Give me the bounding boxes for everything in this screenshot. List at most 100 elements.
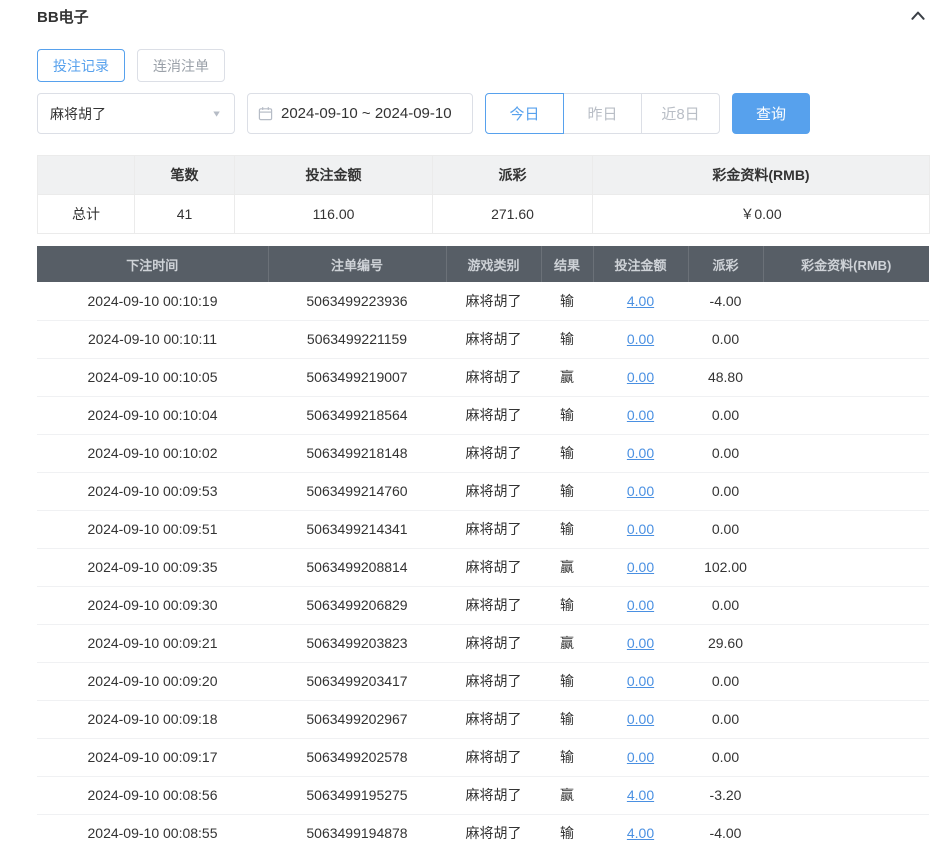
cell-order: 5063499203823 bbox=[268, 624, 446, 662]
cell-bet: 0.00 bbox=[593, 510, 688, 548]
cell-result: 赢 bbox=[541, 548, 593, 586]
cell-bonus bbox=[763, 586, 929, 624]
cell-bonus bbox=[763, 548, 929, 586]
summary-header-payout: 派彩 bbox=[433, 156, 593, 195]
game-select-value: 麻将胡了 bbox=[50, 104, 106, 124]
cell-bet: 0.00 bbox=[593, 472, 688, 510]
bet-amount-link[interactable]: 4.00 bbox=[627, 787, 654, 803]
cell-time: 2024-09-10 00:10:04 bbox=[37, 396, 268, 434]
date-range-value: 2024-09-10 ~ 2024-09-10 bbox=[281, 105, 452, 122]
cell-result: 赢 bbox=[541, 624, 593, 662]
cell-bonus bbox=[763, 282, 929, 320]
cell-bet: 0.00 bbox=[593, 624, 688, 662]
cell-time: 2024-09-10 00:08:56 bbox=[37, 776, 268, 814]
cell-time: 2024-09-10 00:08:55 bbox=[37, 814, 268, 851]
bet-amount-link[interactable]: 0.00 bbox=[627, 407, 654, 423]
cell-time: 2024-09-10 00:09:53 bbox=[37, 472, 268, 510]
bet-amount-link[interactable]: 0.00 bbox=[627, 635, 654, 651]
cell-bonus bbox=[763, 358, 929, 396]
header-bet-amount: 投注金额 bbox=[593, 246, 688, 282]
quick-today-button[interactable]: 今日 bbox=[485, 93, 564, 134]
cell-bonus bbox=[763, 662, 929, 700]
cell-bet: 4.00 bbox=[593, 814, 688, 851]
tab-cancelled-orders[interactable]: 连消注单 bbox=[137, 49, 225, 82]
cell-time: 2024-09-10 00:09:51 bbox=[37, 510, 268, 548]
bet-amount-link[interactable]: 0.00 bbox=[627, 749, 654, 765]
table-row: 2024-09-10 00:10:19 5063499223936 麻将胡了 输… bbox=[37, 282, 929, 320]
cell-result: 输 bbox=[541, 510, 593, 548]
cell-payout: 0.00 bbox=[688, 586, 763, 624]
summary-header-count: 笔数 bbox=[135, 156, 235, 195]
tab-bet-records[interactable]: 投注记录 bbox=[37, 49, 125, 82]
summary-bonus: ￥0.00 bbox=[593, 195, 930, 234]
quick-date-group: 今日 昨日 近8日 bbox=[485, 93, 720, 134]
cell-bet: 4.00 bbox=[593, 282, 688, 320]
bet-amount-link[interactable]: 0.00 bbox=[627, 559, 654, 575]
bet-records-table: 下注时间 注单编号 游戏类别 结果 投注金额 派彩 彩金资料(RMB) 2024… bbox=[37, 246, 929, 851]
quick-last8days-button[interactable]: 近8日 bbox=[641, 93, 720, 134]
table-row: 2024-09-10 00:09:51 5063499214341 麻将胡了 输… bbox=[37, 510, 929, 548]
bet-amount-link[interactable]: 0.00 bbox=[627, 597, 654, 613]
table-row: 2024-09-10 00:10:11 5063499221159 麻将胡了 输… bbox=[37, 320, 929, 358]
cell-payout: 0.00 bbox=[688, 434, 763, 472]
bet-amount-link[interactable]: 0.00 bbox=[627, 445, 654, 461]
cell-order: 5063499219007 bbox=[268, 358, 446, 396]
bet-amount-link[interactable]: 0.00 bbox=[627, 521, 654, 537]
search-button[interactable]: 查询 bbox=[732, 93, 810, 134]
cell-time: 2024-09-10 00:09:18 bbox=[37, 700, 268, 738]
bet-amount-link[interactable]: 4.00 bbox=[627, 825, 654, 841]
bet-amount-link[interactable]: 0.00 bbox=[627, 673, 654, 689]
filter-bar: 麻将胡了 ▼ 2024-09-10 ~ 2024-09-10 今日 昨日 近8日… bbox=[37, 93, 929, 134]
cell-result: 输 bbox=[541, 586, 593, 624]
cell-order: 5063499223936 bbox=[268, 282, 446, 320]
header-payout: 派彩 bbox=[688, 246, 763, 282]
cell-game: 麻将胡了 bbox=[446, 700, 541, 738]
cell-time: 2024-09-10 00:09:20 bbox=[37, 662, 268, 700]
cell-payout: 0.00 bbox=[688, 738, 763, 776]
quick-yesterday-button[interactable]: 昨日 bbox=[563, 93, 642, 134]
cell-game: 麻将胡了 bbox=[446, 776, 541, 814]
table-row: 2024-09-10 00:10:04 5063499218564 麻将胡了 输… bbox=[37, 396, 929, 434]
bet-amount-link[interactable]: 0.00 bbox=[627, 711, 654, 727]
cell-payout: 0.00 bbox=[688, 700, 763, 738]
cell-order: 5063499203417 bbox=[268, 662, 446, 700]
cell-time: 2024-09-10 00:09:17 bbox=[37, 738, 268, 776]
cell-bonus bbox=[763, 814, 929, 851]
summary-bet-amount: 116.00 bbox=[235, 195, 433, 234]
collapse-panel-button[interactable] bbox=[909, 7, 927, 25]
bet-amount-link[interactable]: 0.00 bbox=[627, 331, 654, 347]
cell-game: 麻将胡了 bbox=[446, 320, 541, 358]
bb-electronic-panel: BB电子 投注记录 连消注单 麻将胡了 ▼ 2024-09-10 ~ 2024-… bbox=[37, 0, 929, 851]
date-range-input[interactable]: 2024-09-10 ~ 2024-09-10 bbox=[247, 93, 473, 134]
chevron-up-icon bbox=[909, 7, 927, 25]
cell-bonus bbox=[763, 320, 929, 358]
game-select[interactable]: 麻将胡了 ▼ bbox=[37, 93, 235, 134]
cell-bonus bbox=[763, 434, 929, 472]
page-title: BB电子 bbox=[37, 6, 89, 27]
cell-bet: 0.00 bbox=[593, 738, 688, 776]
bet-amount-link[interactable]: 0.00 bbox=[627, 483, 654, 499]
cell-payout: 0.00 bbox=[688, 662, 763, 700]
cell-time: 2024-09-10 00:09:30 bbox=[37, 586, 268, 624]
cell-payout: 0.00 bbox=[688, 396, 763, 434]
bet-table-body: 2024-09-10 00:10:19 5063499223936 麻将胡了 输… bbox=[37, 282, 929, 851]
bet-amount-link[interactable]: 0.00 bbox=[627, 369, 654, 385]
cell-game: 麻将胡了 bbox=[446, 586, 541, 624]
bet-amount-link[interactable]: 4.00 bbox=[627, 293, 654, 309]
cell-result: 输 bbox=[541, 434, 593, 472]
table-row: 2024-09-10 00:09:21 5063499203823 麻将胡了 赢… bbox=[37, 624, 929, 662]
cell-time: 2024-09-10 00:09:21 bbox=[37, 624, 268, 662]
cell-payout: 0.00 bbox=[688, 510, 763, 548]
cell-bet: 0.00 bbox=[593, 586, 688, 624]
header-game-type: 游戏类别 bbox=[446, 246, 541, 282]
cell-game: 麻将胡了 bbox=[446, 548, 541, 586]
cell-order: 5063499202578 bbox=[268, 738, 446, 776]
cell-time: 2024-09-10 00:09:35 bbox=[37, 548, 268, 586]
header-bonus: 彩金资料(RMB) bbox=[763, 246, 929, 282]
table-row: 2024-09-10 00:10:05 5063499219007 麻将胡了 赢… bbox=[37, 358, 929, 396]
cell-game: 麻将胡了 bbox=[446, 282, 541, 320]
cell-result: 输 bbox=[541, 472, 593, 510]
panel-header: BB电子 bbox=[37, 6, 929, 26]
cell-bonus bbox=[763, 624, 929, 662]
table-row: 2024-09-10 00:09:35 5063499208814 麻将胡了 赢… bbox=[37, 548, 929, 586]
